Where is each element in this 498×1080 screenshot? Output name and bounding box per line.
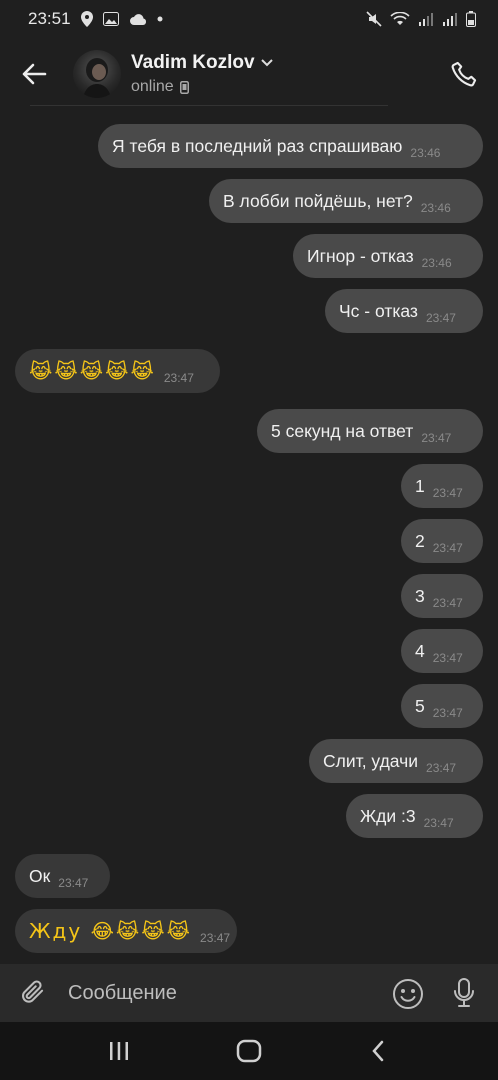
message-text: В лобби пойдёшь, нет? [223, 190, 413, 211]
avatar-image [83, 58, 111, 98]
message-bubble-outgoing[interactable]: 2 23:47 [401, 519, 483, 563]
header-divider [30, 105, 388, 106]
message-bubble-outgoing[interactable]: В лобби пойдёшь, нет? 23:46 [209, 179, 483, 223]
message-text: 5 [415, 695, 425, 716]
message-bubble-outgoing[interactable]: Жди :3 23:47 [346, 794, 483, 838]
message-bubble-incoming[interactable]: Ок 23:47 [15, 854, 110, 898]
message-bubble-outgoing[interactable]: 1 23:47 [401, 464, 483, 508]
message-time: 23:47 [425, 311, 456, 325]
home-icon [236, 1039, 262, 1063]
message-bubble-outgoing[interactable]: Слит, удачи 23:47 [309, 739, 483, 783]
message-text: 3 [415, 585, 425, 606]
contact-name: Vadim Kozlov [131, 52, 255, 73]
mobile-device-icon [179, 80, 189, 94]
message-text: 4 [415, 640, 425, 661]
back-button[interactable] [18, 58, 50, 90]
recent-apps-button[interactable] [103, 1036, 135, 1066]
dot-icon [157, 16, 163, 22]
chevron-left-icon [372, 1040, 384, 1062]
message-text: Я тебя в последний раз спрашиваю [112, 135, 403, 156]
message-input[interactable] [68, 974, 378, 1012]
message-time: 23:47 [163, 371, 194, 385]
arrow-left-icon [22, 63, 47, 85]
message-composer [0, 964, 498, 1022]
message-text: Игнор - отказ [307, 245, 414, 266]
message-time: 23:47 [432, 651, 463, 665]
message-text: Слит, удачи [323, 750, 419, 771]
message-time: 23:47 [58, 876, 89, 890]
message-text: Жду 😂😹😹😹 [29, 919, 193, 943]
message-text: 2 [415, 530, 425, 551]
status-left: 23:51 [28, 9, 163, 29]
message-text: Ок [29, 865, 51, 886]
battery-icon [466, 11, 476, 27]
status-right [366, 11, 476, 27]
phone-icon [451, 61, 477, 87]
status-time: 23:51 [28, 9, 71, 28]
message-bubble-incoming[interactable]: Жду 😂😹😹😹 23:47 [15, 909, 237, 953]
image-icon [102, 12, 119, 26]
message-text: 😹😹😹😹😹 [29, 359, 156, 383]
avatar[interactable] [73, 50, 121, 98]
system-back-button[interactable] [362, 1036, 394, 1066]
attach-button[interactable] [18, 977, 50, 1009]
recent-apps-icon [110, 1042, 128, 1060]
message-time: 23:46 [410, 146, 441, 160]
message-time: 23:47 [426, 761, 457, 775]
message-bubble-outgoing[interactable]: 5 секунд на ответ 23:47 [257, 409, 483, 453]
message-time: 23:47 [432, 541, 463, 555]
message-time: 23:47 [432, 596, 463, 610]
message-time: 23:47 [432, 486, 463, 500]
message-time: 23:47 [432, 706, 463, 720]
contact-status: online [131, 78, 189, 96]
wifi-icon [390, 12, 410, 26]
emoji-button[interactable] [391, 977, 425, 1011]
call-button[interactable] [448, 58, 480, 90]
message-bubble-outgoing[interactable]: Игнор - отказ 23:46 [293, 234, 483, 278]
message-bubble-outgoing[interactable]: 4 23:47 [401, 629, 483, 673]
message-bubble-incoming[interactable]: 😹😹😹😹😹 23:47 [15, 349, 220, 393]
cloud-icon [129, 13, 147, 25]
microphone-icon [454, 978, 474, 1007]
paperclip-icon [22, 980, 44, 1003]
message-time: 23:47 [200, 931, 231, 945]
mute-icon [366, 11, 382, 27]
message-time: 23:46 [420, 201, 451, 215]
online-status-text: online [131, 78, 174, 95]
message-time: 23:47 [421, 431, 452, 445]
status-bar: 23:51 [0, 0, 498, 38]
signal-icon [442, 12, 458, 26]
message-time: 23:46 [421, 256, 452, 270]
home-button[interactable] [233, 1036, 265, 1066]
message-bubble-outgoing[interactable]: 5 23:47 [401, 684, 483, 728]
message-bubble-outgoing[interactable]: Чс - отказ 23:47 [325, 289, 483, 333]
signal-icon [418, 12, 434, 26]
message-text: 1 [415, 475, 425, 496]
message-bubble-outgoing[interactable]: Я тебя в последний раз спрашиваю 23:46 [98, 124, 483, 168]
contact-name-button[interactable]: Vadim Kozlov [131, 52, 273, 74]
system-navigation-bar [0, 1022, 498, 1080]
smiley-icon [393, 979, 423, 1009]
voice-message-button[interactable] [449, 976, 479, 1010]
message-text: Жди :3 [360, 805, 416, 826]
message-bubble-outgoing[interactable]: 3 23:47 [401, 574, 483, 618]
message-time: 23:47 [423, 816, 454, 830]
chevron-down-icon [260, 59, 273, 67]
message-text: 5 секунд на ответ [271, 420, 414, 441]
message-text: Чс - отказ [339, 300, 418, 321]
location-pin-icon [80, 11, 93, 27]
chat-header: Vadim Kozlov online [0, 38, 498, 110]
